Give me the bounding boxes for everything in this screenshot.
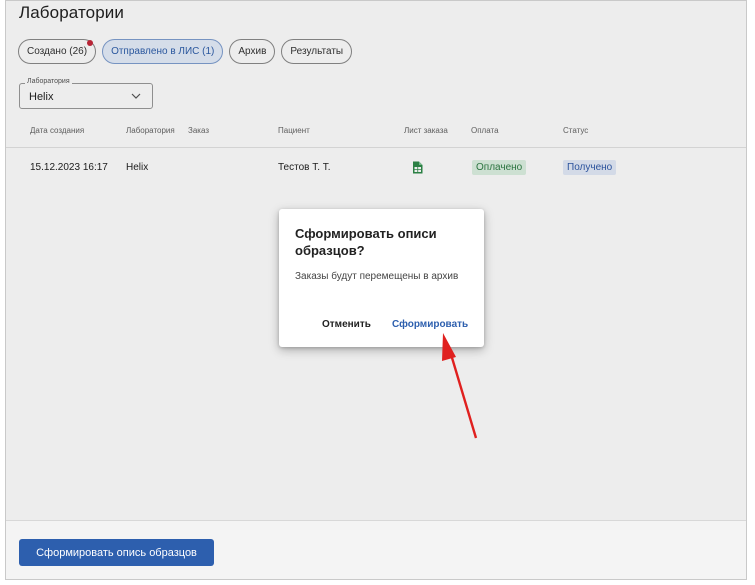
confirm-button[interactable]: Сформировать <box>392 319 468 330</box>
cancel-button[interactable]: Отменить <box>322 319 371 330</box>
dialog-title: Сформировать описи образцов? <box>295 226 437 258</box>
generate-inventory-button[interactable]: Сформировать опись образцов <box>19 539 214 566</box>
footer-bar: Сформировать опись образцов <box>6 520 746 579</box>
dialog-message: Заказы будут перемещены в архив <box>295 271 459 282</box>
app-window: Лаборатории Создано (26) Отправлено в ЛИ… <box>5 0 747 580</box>
confirm-dialog: Сформировать описи образцов? Заказы буду… <box>279 209 484 347</box>
